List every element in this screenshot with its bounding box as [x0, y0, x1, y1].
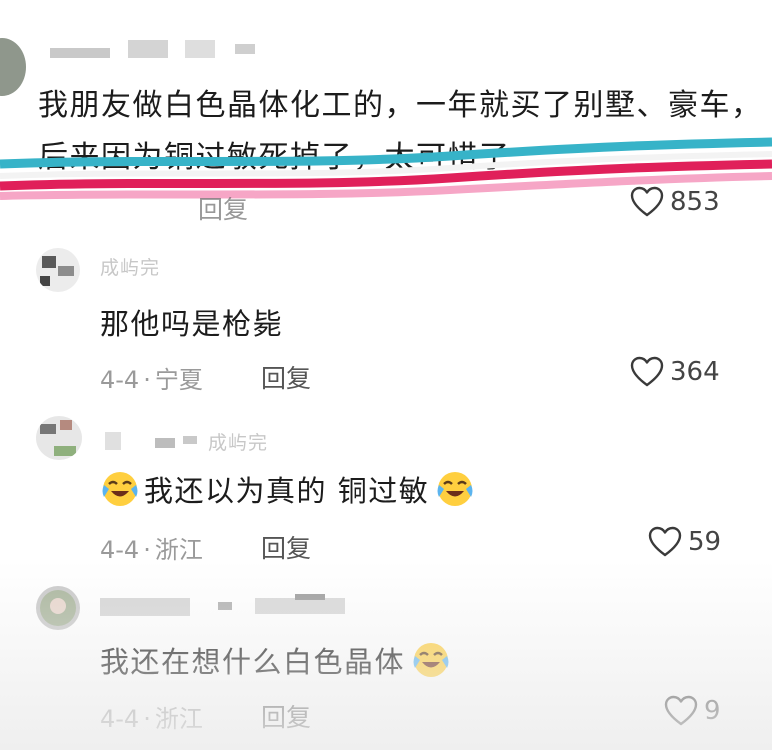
- comment-2-username[interactable]: 成屿完: [208, 428, 268, 455]
- comment-2-like-count: 59: [688, 526, 722, 557]
- comment-1-username[interactable]: 成屿完: [100, 253, 160, 280]
- comment-3-meta: 4-4 · 浙江: [100, 699, 203, 734]
- comment-2-date: 4-4: [100, 536, 140, 564]
- meta-separator: ·: [143, 366, 151, 394]
- comment-1-meta: 4-4 · 宁夏: [100, 360, 203, 395]
- comment-2-location: 浙江: [154, 536, 203, 564]
- post-like-count: 853: [670, 186, 720, 217]
- comment-1-avatar[interactable]: [36, 248, 80, 292]
- comment-1-like-count: 364: [670, 356, 720, 387]
- comment-3-text-content: 我还在想什么白色晶体: [100, 645, 406, 679]
- crying-laughing-emoji-icon: [437, 472, 473, 506]
- heart-outline-icon: [648, 526, 682, 557]
- post-like-button[interactable]: 853: [630, 186, 720, 217]
- meta-separator: ·: [143, 705, 151, 733]
- comment-3-reply-button[interactable]: 回复: [261, 698, 311, 734]
- comment-3-like-button[interactable]: 9: [664, 695, 721, 726]
- crying-laughing-emoji-icon: [413, 643, 449, 677]
- heart-outline-icon: [630, 186, 664, 217]
- comment-1-date: 4-4: [100, 366, 140, 394]
- comment-3-text: 我还在想什么白色晶体: [100, 639, 451, 681]
- comment-1-text: 那他吗是枪毙: [100, 307, 284, 341]
- comment-1-reply-button[interactable]: 回复: [261, 359, 311, 395]
- comment-3-avatar[interactable]: [36, 586, 80, 630]
- crying-laughing-emoji-icon: [102, 472, 138, 506]
- comment-1-location: 宁夏: [154, 366, 203, 394]
- comment-2-reply-button[interactable]: 回复: [261, 529, 311, 565]
- meta-separator: ·: [143, 536, 151, 564]
- comment-2-like-button[interactable]: 59: [648, 526, 721, 557]
- comment-3-location: 浙江: [154, 705, 203, 733]
- comment-2-text: 我还以为真的 铜过敏: [100, 468, 475, 510]
- post-username-pixelated[interactable]: [50, 40, 290, 60]
- post-text-line-1: 我朋友做白色晶体化工的，一年就买了别墅、豪车，: [38, 88, 763, 123]
- comment-1-like-button[interactable]: 364: [630, 356, 720, 387]
- heart-outline-icon: [630, 356, 664, 387]
- post-reply-button[interactable]: 回复: [198, 190, 248, 226]
- comment-3-username-pixelated[interactable]: [100, 594, 380, 618]
- comment-3-date: 4-4: [100, 705, 140, 733]
- comment-2-avatar[interactable]: [36, 416, 82, 460]
- comment-2-username-pixelated[interactable]: [105, 430, 205, 452]
- comment-2-text-content: 我还以为真的 铜过敏: [144, 474, 430, 508]
- heart-outline-icon: [664, 695, 698, 726]
- post-avatar[interactable]: [0, 38, 26, 96]
- comment-3-like-count: 9: [704, 695, 721, 726]
- comment-2-meta: 4-4 · 浙江: [100, 530, 203, 565]
